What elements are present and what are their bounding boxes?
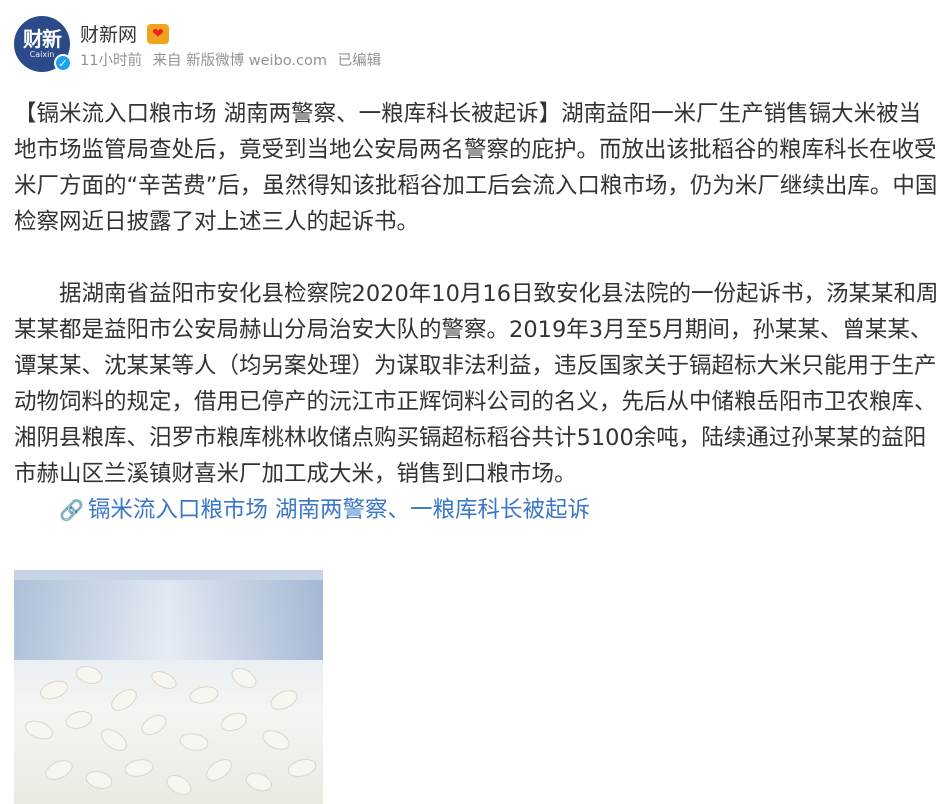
post-paragraph-body: 据湖南省益阳市安化县检察院2020年10月16日致安化县法院的一份起诉书，汤某某… (14, 276, 939, 528)
article-link-text[interactable]: 镉米流入口粮市场 湖南两警察、一粮库科长被起诉 (88, 497, 590, 523)
verified-icon: ✓ (54, 54, 72, 72)
avatar-logo-subtext: Caixin (29, 50, 55, 59)
edited-label[interactable]: 已编辑 (338, 53, 382, 69)
link-icon: 🔗 (59, 498, 84, 522)
avatar-logo-text: 财新 (23, 27, 62, 51)
post-header: 财新 Caixin ✓ 财新网 ❤ 11小时前 来自 新版微博 weibo.co… (14, 14, 934, 72)
author-line: 财新网 ❤ (80, 20, 170, 47)
author-name[interactable]: 财新网 (80, 20, 137, 47)
post-image-rice[interactable] (14, 570, 323, 804)
rice-grains-graphic (25, 666, 317, 795)
vip-heart-icon[interactable]: ❤ (147, 23, 170, 44)
post-time[interactable]: 11小时前 (80, 53, 142, 69)
post-content: 【镉米流入口粮市场 湖南两警察、一粮库科长被起诉】湖南益阳一米厂生产销售镉大米被… (14, 96, 939, 528)
post-source[interactable]: 来自 新版微博 weibo.com (153, 53, 327, 69)
post-paragraph-body-text: 据湖南省益阳市安化县检察院2020年10月16日致安化县法院的一份起诉书，汤某某… (14, 281, 939, 487)
article-link[interactable]: 🔗 镉米流入口粮市场 湖南两警察、一粮库科长被起诉 (14, 497, 590, 523)
post-meta: 11小时前 来自 新版微博 weibo.com 已编辑 (80, 49, 387, 70)
post-paragraph-lead: 【镉米流入口粮市场 湖南两警察、一粮库科长被起诉】湖南益阳一米厂生产销售镉大米被… (14, 101, 938, 235)
